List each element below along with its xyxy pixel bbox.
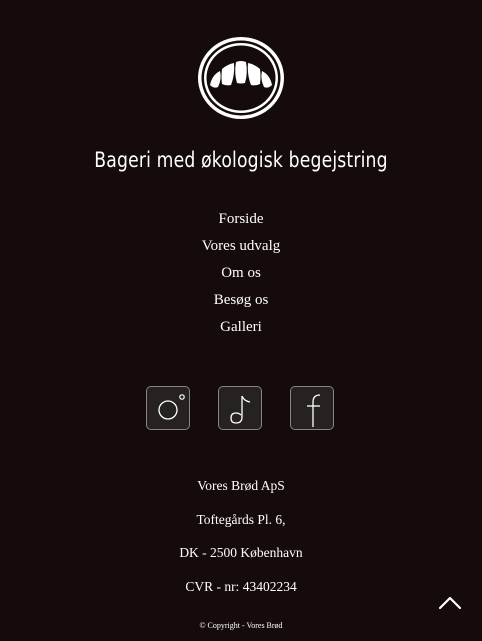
- scroll-to-top-button[interactable]: [436, 591, 464, 613]
- footer-nav: Forside Vores udvalg Om os Besøg os Gall…: [0, 208, 482, 343]
- chevron-up-icon: [438, 596, 462, 610]
- company-name: Vores Brød ApS: [197, 478, 285, 493]
- company-address: Vores Brød ApS Toftegårds Pl. 6, DK - 25…: [0, 476, 482, 610]
- nav-item-forside[interactable]: Forside: [0, 208, 482, 235]
- croissant-icon: [198, 37, 284, 119]
- social-links: [0, 386, 482, 432]
- nav-item-vores-udvalg[interactable]: Vores udvalg: [0, 235, 482, 262]
- facebook-button[interactable]: [290, 386, 334, 430]
- nav-item-besog-os[interactable]: Besøg os: [0, 289, 482, 316]
- copyright: © Copyright - Vores Brød: [199, 621, 283, 630]
- nav-item-galleri[interactable]: Galleri: [0, 316, 482, 343]
- nav-item-om-os[interactable]: Om os: [0, 262, 482, 289]
- street-address: Toftegårds Pl. 6,: [196, 511, 286, 527]
- cvr-number: CVR - nr: 43402234: [185, 578, 297, 594]
- tiktok-button[interactable]: [218, 386, 262, 430]
- city-address: DK - 2500 København: [179, 545, 303, 560]
- tiktok-icon: [230, 395, 251, 424]
- instagram-icon: [158, 394, 185, 420]
- instagram-button[interactable]: [146, 386, 190, 430]
- facebook-icon: [307, 394, 321, 427]
- tagline: Bageri med økologisk begejstring: [94, 148, 388, 172]
- logo[interactable]: [196, 35, 286, 121]
